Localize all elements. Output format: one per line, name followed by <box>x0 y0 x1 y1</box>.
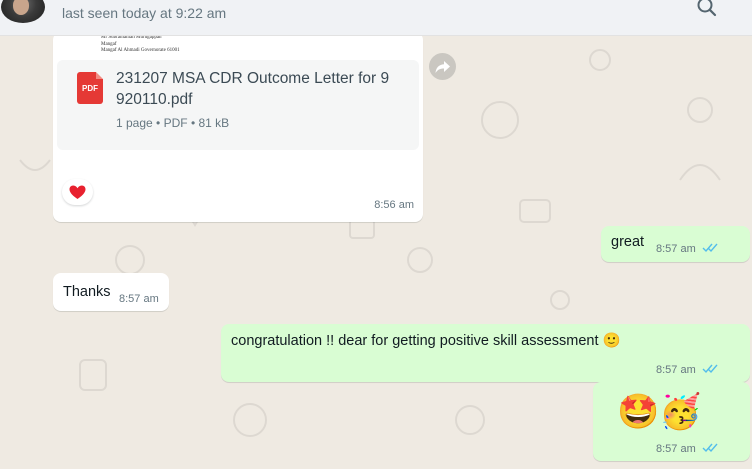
meta-separator: • <box>156 116 161 130</box>
search-icon <box>697 0 717 17</box>
document-type: PDF <box>163 116 188 130</box>
message-text: congratulation !! dear for getting posit… <box>231 333 621 349</box>
heart-icon <box>69 185 86 199</box>
document-message[interactable]: Mr Subramanian Murugappan Mangaf Mangaf … <box>53 32 423 222</box>
message-text: Thanks <box>63 284 111 300</box>
read-ticks-icon <box>702 243 718 253</box>
message-text: great <box>611 234 645 250</box>
message-time: 8:57 am <box>656 364 696 376</box>
document-card[interactable]: PDF 231207 MSA CDR Outcome Letter for 9 … <box>57 60 419 150</box>
message-time: 8:57 am <box>119 293 159 305</box>
pdf-file-icon: PDF <box>77 72 103 104</box>
meta-separator: • <box>190 116 196 130</box>
outgoing-message[interactable]: 🤩🥳 8:57 am <box>593 382 750 461</box>
heart-reaction[interactable] <box>62 179 93 205</box>
search-button[interactable] <box>694 0 720 20</box>
document-size: 81 kB <box>198 116 230 130</box>
avatar-face <box>13 0 29 15</box>
pdf-icon-label: PDF <box>82 84 98 93</box>
message-time: 8:57 am <box>656 443 696 455</box>
chat-header: last seen today at 9:22 am <box>0 0 752 36</box>
message-list[interactable]: Mr Subramanian Murugappan Mangaf Mangaf … <box>0 32 752 469</box>
incoming-message[interactable]: Thanks 8:57 am <box>53 273 169 311</box>
filename-line-1: 231207 MSA CDR Outcome Letter for 9 <box>116 70 390 87</box>
read-ticks-icon <box>702 364 718 374</box>
filename-line-2: 920110.pdf <box>116 91 193 108</box>
forward-icon <box>435 61 450 73</box>
last-seen-status: last seen today at 9:22 am <box>62 5 227 21</box>
message-time: 8:57 am <box>656 243 696 255</box>
preview-line: Mangaf Al Ahmadi Governorate 61001 <box>101 48 180 53</box>
preview-line: Mangaf <box>101 42 117 47</box>
document-meta: 1 page • PDF • 81 kB <box>116 116 229 130</box>
outgoing-message[interactable]: congratulation !! dear for getting posit… <box>221 324 750 382</box>
read-ticks-icon <box>702 443 718 453</box>
message-time: 8:56 am <box>374 199 414 211</box>
outgoing-message[interactable]: great 8:57 am <box>601 226 750 262</box>
document-filename: 231207 MSA CDR Outcome Letter for 9 9201… <box>116 68 406 110</box>
document-pages: 1 page <box>116 116 153 130</box>
emoji-message-text: 🤩🥳 <box>617 393 702 431</box>
forward-button[interactable] <box>429 53 456 80</box>
contact-avatar[interactable] <box>1 0 45 23</box>
